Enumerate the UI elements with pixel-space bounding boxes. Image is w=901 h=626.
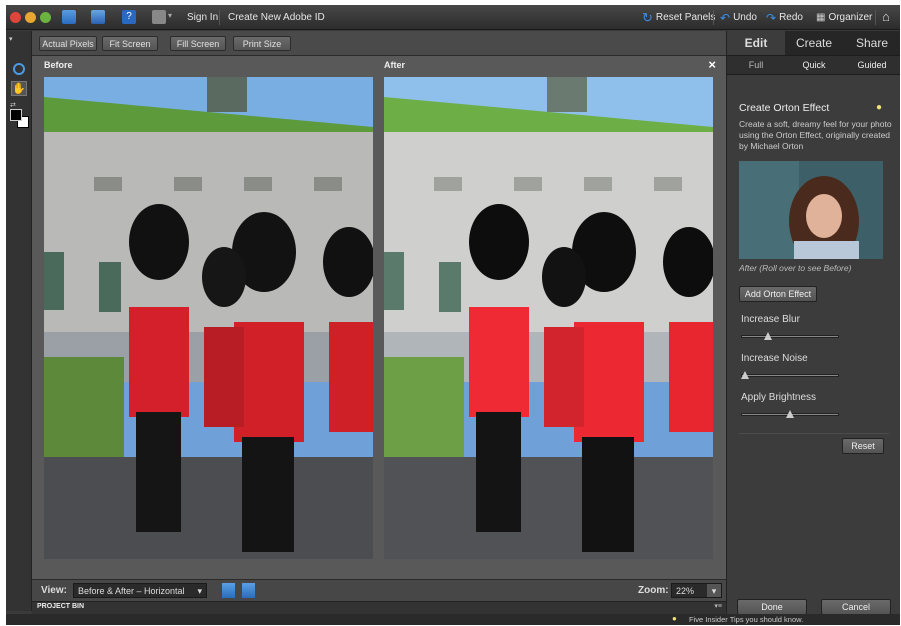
right-panel: Edit Create Share Full Quick Guided Crea…: [726, 31, 900, 615]
subtab-full[interactable]: Full: [727, 55, 785, 75]
reset-button[interactable]: Reset: [842, 438, 884, 454]
apply-brightness-label: Apply Brightness: [741, 392, 817, 403]
apply-brightness-knob[interactable]: [786, 410, 794, 418]
increase-noise-slider[interactable]: [741, 371, 839, 379]
status-bar: ● Five Insider Tips you should know.: [6, 614, 900, 625]
redo-button[interactable]: ↷ Redo: [766, 9, 803, 26]
hand-tool-icon[interactable]: ✋: [11, 81, 27, 96]
help-icon[interactable]: ?: [122, 10, 136, 24]
fill-screen-button[interactable]: Fill Screen: [170, 36, 226, 51]
foreground-color-swatch[interactable]: [10, 109, 22, 121]
tools-panel: ▾ ✋ ⇄: [6, 31, 32, 611]
reset-panels-label: Reset Panels: [655, 12, 716, 23]
done-button[interactable]: Done: [737, 599, 807, 615]
organizer-button[interactable]: ▦ Organizer: [816, 9, 872, 26]
project-bin-bar: PROJECT BIN ▾≡: [32, 601, 726, 614]
view-bar: View: Before & After – Horizontal ▾ Zoom…: [32, 579, 726, 601]
after-label: After: [384, 60, 406, 70]
panel-divider: [739, 433, 889, 434]
redo-label: Redo: [779, 12, 803, 23]
actual-pixels-button[interactable]: Actual Pixels: [39, 36, 97, 51]
organizer-icon: ▦: [816, 12, 826, 23]
zoom-value: 22%: [676, 586, 695, 596]
create-id-label: Create New Adobe ID: [228, 12, 325, 23]
undo-icon: ↶: [720, 10, 731, 25]
redo-icon: ↷: [766, 10, 777, 25]
reset-icon: ↻: [642, 9, 653, 25]
arrange-dropdown-icon[interactable]: ▾: [168, 11, 172, 20]
zoom-tool-icon[interactable]: [13, 63, 25, 75]
apply-brightness-slider[interactable]: [741, 410, 839, 418]
sign-in-link[interactable]: Sign In: [187, 9, 218, 26]
tab-share[interactable]: Share: [843, 31, 900, 55]
panel-title: Create Orton Effect: [739, 102, 830, 114]
view-select-value: Before & After – Horizontal: [78, 586, 185, 596]
close-preview-icon[interactable]: ×: [708, 57, 716, 72]
zoom-label: Zoom:: [638, 585, 669, 596]
increase-blur-label: Increase Blur: [741, 314, 800, 325]
view-label: View:: [41, 585, 67, 596]
undo-label: Undo: [733, 12, 757, 23]
subtab-guided[interactable]: Guided: [843, 55, 900, 75]
sync-view-icon[interactable]: [222, 583, 235, 598]
increase-noise-knob[interactable]: [741, 371, 749, 379]
tab-edit[interactable]: Edit: [727, 31, 785, 55]
bin-menu-icon[interactable]: ▾≡: [714, 602, 722, 610]
minimize-window-button[interactable]: [25, 12, 36, 23]
save-icon[interactable]: [91, 10, 105, 24]
undo-button[interactable]: ↶ Undo: [720, 9, 757, 26]
increase-blur-knob[interactable]: [763, 332, 772, 340]
close-window-button[interactable]: [10, 12, 21, 23]
print-size-button[interactable]: Print Size: [233, 36, 291, 51]
organizer-label: Organizer: [828, 12, 873, 23]
app-window: ? ▾ Sign In Create New Adobe ID ↻ Reset …: [6, 5, 900, 625]
before-photo[interactable]: [44, 77, 373, 559]
preview-caption: After (Roll over to see Before): [739, 263, 852, 273]
panel-description: Create a soft, dreamy feel for your phot…: [739, 119, 892, 151]
image-canvas: Before After ×: [32, 56, 726, 579]
create-id-link[interactable]: Create New Adobe ID: [228, 9, 325, 26]
tab-create[interactable]: Create: [785, 31, 843, 55]
after-photo[interactable]: [384, 77, 713, 559]
top-bar: ? ▾ Sign In Create New Adobe ID ↻ Reset …: [6, 5, 900, 30]
tip-icon: ●: [672, 614, 677, 623]
home-icon[interactable]: ⌂: [882, 9, 890, 24]
view-select[interactable]: Before & After – Horizontal ▾: [73, 583, 207, 598]
zoom-select[interactable]: 22% ▾: [671, 583, 722, 598]
subtab-quick[interactable]: Quick: [785, 55, 843, 75]
link-view-icon[interactable]: [242, 583, 255, 598]
increase-blur-slider[interactable]: [741, 332, 839, 340]
chevron-down-icon: ▾: [197, 586, 202, 596]
reset-panels-button[interactable]: ↻ Reset Panels: [642, 9, 715, 26]
add-orton-effect-button[interactable]: Add Orton Effect: [739, 286, 817, 302]
before-pane: Before: [44, 56, 373, 579]
zoom-chevron-icon: ▾: [707, 584, 721, 597]
zoom-window-button[interactable]: [40, 12, 51, 23]
tip-bulb-icon[interactable]: ●: [876, 102, 882, 113]
fit-screen-button[interactable]: Fit Screen: [102, 36, 158, 51]
swap-colors-icon[interactable]: ⇄: [10, 101, 16, 109]
arrange-icon[interactable]: [152, 10, 166, 24]
cancel-button[interactable]: Cancel: [821, 599, 891, 615]
project-bin-tab[interactable]: PROJECT BIN: [37, 603, 84, 610]
preview-image[interactable]: [739, 161, 883, 259]
after-pane: After ×: [384, 56, 718, 579]
increase-noise-label: Increase Noise: [741, 353, 808, 364]
new-file-icon[interactable]: [62, 10, 76, 24]
tip-link[interactable]: Five Insider Tips you should know.: [689, 615, 803, 624]
sign-in-label: Sign In: [187, 12, 219, 23]
before-label: Before: [44, 60, 73, 70]
tool-options-bar: Actual Pixels Fit Screen Fill Screen Pri…: [32, 31, 726, 56]
tools-collapse-icon[interactable]: ▾: [9, 35, 13, 43]
